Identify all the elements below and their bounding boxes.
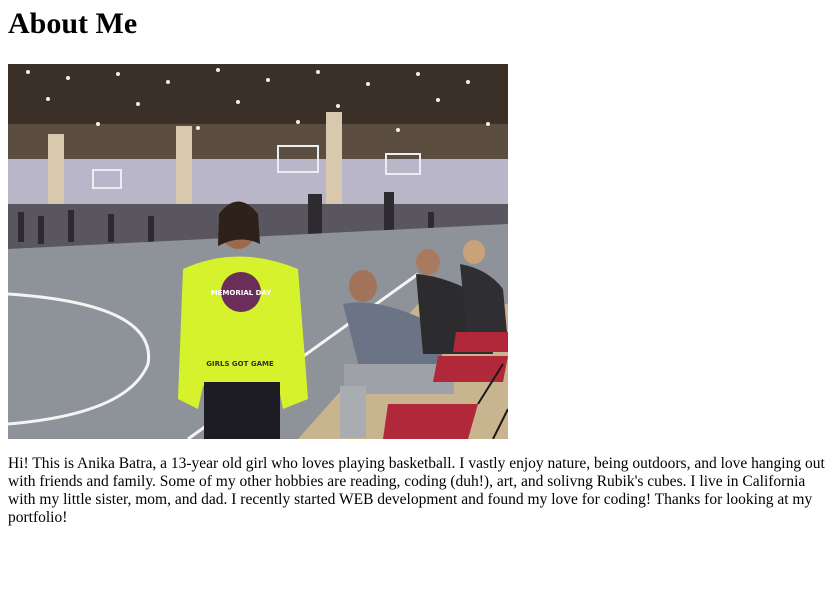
hoodie-print-bottom: GIRLS GOT GAME xyxy=(206,360,274,368)
basketball-court-photo: MEMORIAL DAY GIRLS GOT GAME xyxy=(8,64,508,439)
hoodie-print-top: MEMORIAL DAY xyxy=(211,289,273,297)
about-page: About Me MEMORIAL DAY GIRLS GOT GAME Hi!… xyxy=(0,6,835,527)
profile-photo: MEMORIAL DAY GIRLS GOT GAME xyxy=(8,64,508,439)
bio-paragraph: Hi! This is Anika Batra, a 13-year old g… xyxy=(8,455,825,526)
page-title: About Me xyxy=(8,7,138,40)
